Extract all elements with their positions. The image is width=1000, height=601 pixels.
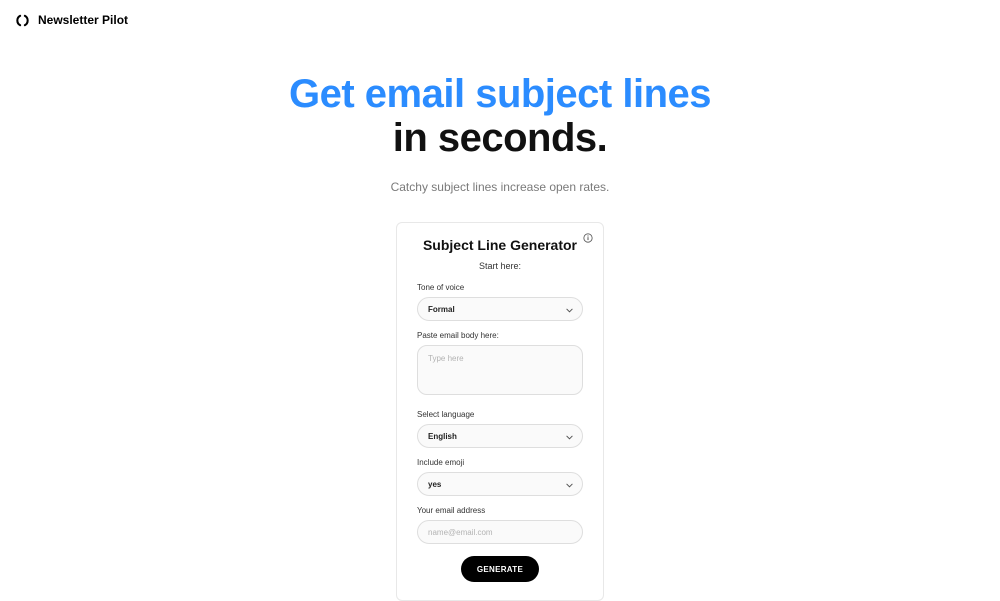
info-icon[interactable] [583, 233, 593, 243]
tone-label: Tone of voice [417, 283, 583, 292]
tone-select[interactable]: Formal [417, 297, 583, 321]
field-email-address: Your email address [417, 506, 583, 544]
hero-subtitle: Catchy subject lines increase open rates… [0, 180, 1000, 194]
language-label: Select language [417, 410, 583, 419]
field-email-body: Paste email body here: [417, 331, 583, 400]
field-language: Select language English [417, 410, 583, 448]
email-address-label: Your email address [417, 506, 583, 515]
generator-card: Subject Line Generator Start here: Tone … [396, 222, 604, 601]
card-title: Subject Line Generator [417, 237, 583, 253]
header: Newsletter Pilot [0, 0, 1000, 40]
card-start-here: Start here: [417, 261, 583, 271]
hero-title-line2: in seconds. [0, 116, 1000, 160]
hero-title-line1: Get email subject lines [0, 72, 1000, 116]
email-address-input[interactable] [417, 520, 583, 544]
field-emoji: Include emoji yes [417, 458, 583, 496]
hero: Get email subject lines in seconds. Catc… [0, 72, 1000, 194]
field-tone: Tone of voice Formal [417, 283, 583, 321]
email-body-label: Paste email body here: [417, 331, 583, 340]
logo-icon [14, 12, 30, 28]
emoji-select[interactable]: yes [417, 472, 583, 496]
brand-name: Newsletter Pilot [38, 13, 128, 27]
email-body-textarea[interactable] [417, 345, 583, 395]
language-select[interactable]: English [417, 424, 583, 448]
generate-button[interactable]: GENERATE [461, 556, 539, 582]
emoji-label: Include emoji [417, 458, 583, 467]
